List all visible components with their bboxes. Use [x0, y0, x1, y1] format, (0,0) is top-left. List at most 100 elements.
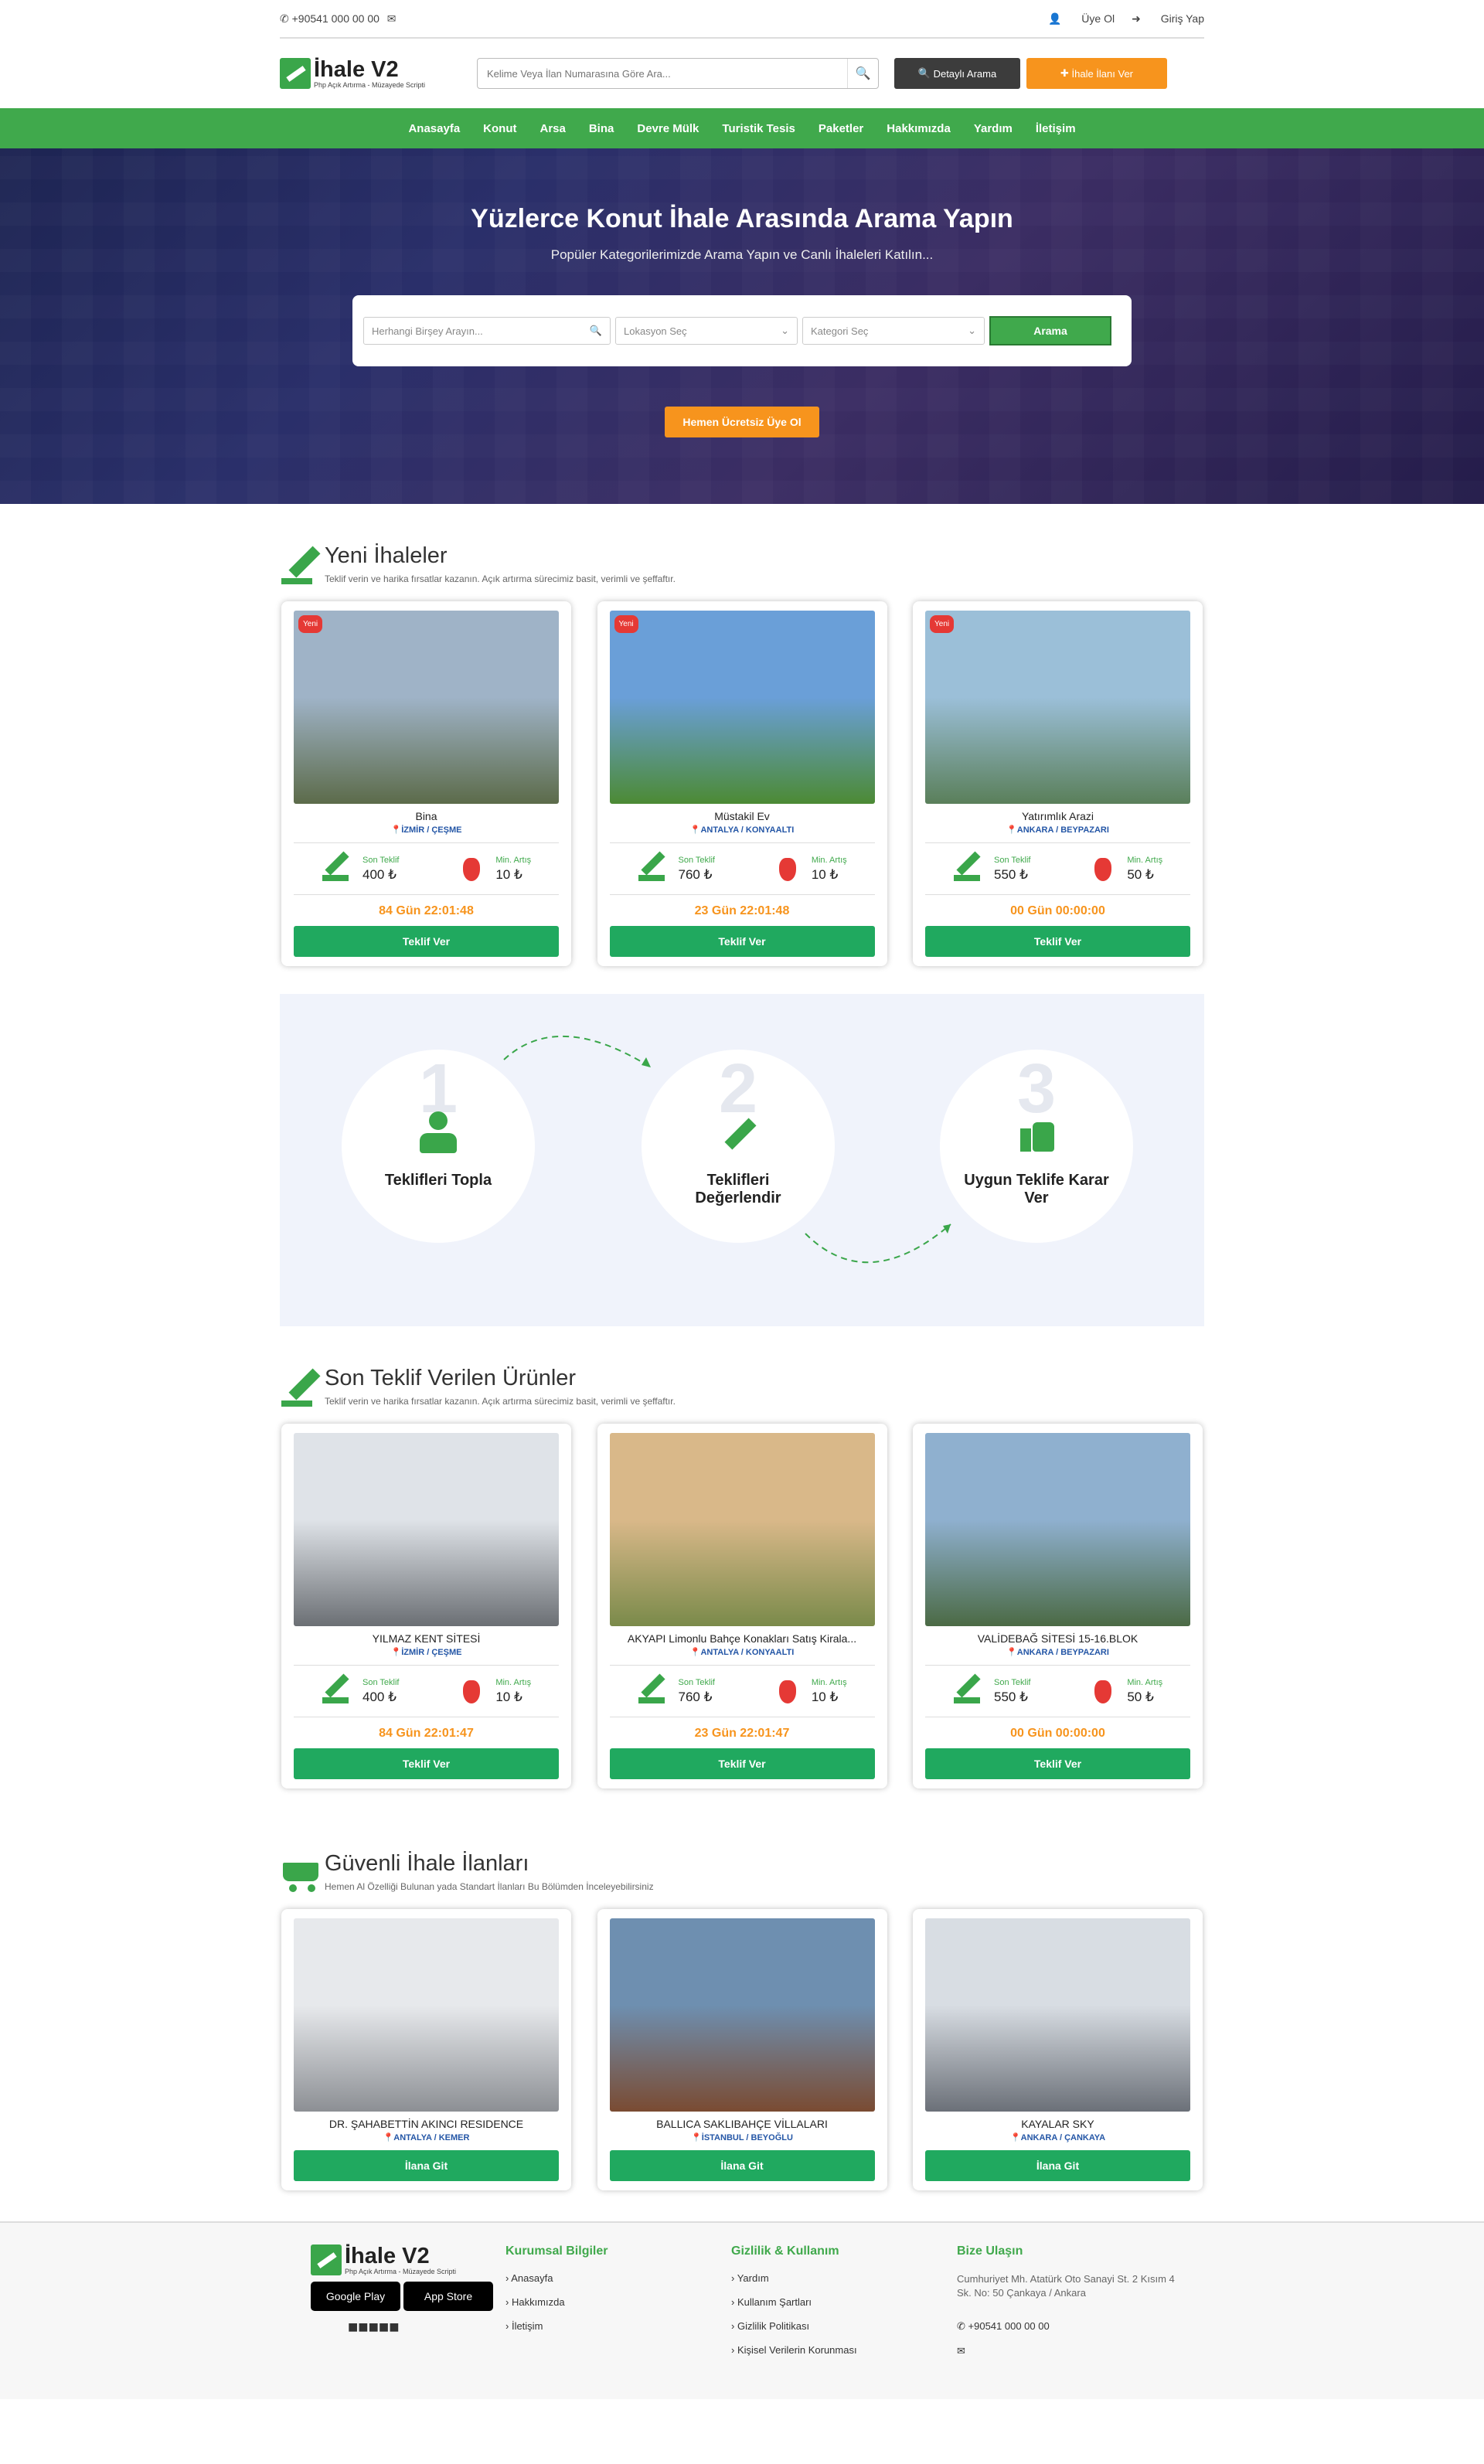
go-listing-button[interactable]: İlana Git	[294, 2150, 559, 2181]
topbar: ✆ +90541 000 00 00 ✉ 👤 Üye Ol ➜ Giriş Yap	[280, 0, 1204, 39]
bid-button[interactable]: Teklif Ver	[925, 1748, 1190, 1779]
mail-icon[interactable]: ✉	[957, 2345, 1183, 2357]
location-label: 📍ANTALYA / KEMER	[383, 2133, 470, 2142]
bid-button[interactable]: Teklif Ver	[294, 926, 559, 957]
how-it-works: 1 Teklifleri Topla 2 Teklifleri Değerlen…	[280, 994, 1204, 1326]
bid-button[interactable]: Teklif Ver	[925, 926, 1190, 957]
countdown: 84 Gün 22:01:48	[379, 904, 474, 917]
money-bag-icon	[1085, 1676, 1116, 1707]
nav-item[interactable]: Anasayfa	[408, 122, 460, 135]
hero-search-input[interactable]: Herhangi Birşey Arayın... 🔍	[363, 317, 611, 345]
nav-item[interactable]: Arsa	[539, 122, 565, 135]
free-register-button[interactable]: Hemen Ücretsiz Üye Ol	[665, 407, 819, 437]
footer-brand: İhale V2 Php Açık Artırma - Müzayede Scri…	[280, 2244, 505, 2370]
header: İhale V2 Php Açık Artırma - Müzayede Scri…	[280, 39, 1204, 108]
app-store-button[interactable]: App Store	[403, 2282, 493, 2311]
location-label: 📍ANKARA / ÇANKAYA	[1009, 2133, 1106, 2142]
detailed-search-button[interactable]: 🔍 Detaylı Arama	[894, 58, 1020, 89]
auction-card[interactable]: Yeni Yatırımlık Arazi 📍ANKARA / BEYPAZAR…	[913, 601, 1203, 966]
listing-card[interactable]: BALLICA SAKLIBAHÇE VİLLALARI 📍İSTANBUL /…	[597, 1909, 887, 2190]
last-bid-cards: YILMAZ KENT SİTESİ 📍İZMİR / ÇEŞME Son Te…	[280, 1424, 1204, 1788]
nav-item[interactable]: Paketler	[819, 122, 863, 135]
facebook-icon[interactable]: ■	[348, 2317, 358, 2336]
logo[interactable]: İhale V2 Php Açık Artırma - Müzayede Scri…	[280, 58, 473, 89]
hero-subtitle: Popüler Kategorilerimizde Arama Yapın ve…	[550, 247, 934, 262]
listing-image[interactable]	[925, 1918, 1190, 2112]
listing-card[interactable]: DR. ŞAHABETTİN AKINCI RESIDENCE 📍ANTALYA…	[281, 1909, 571, 2190]
listing-image[interactable]	[925, 1433, 1190, 1626]
nav-item[interactable]: İletişim	[1036, 122, 1076, 135]
mail-icon[interactable]: ✉	[387, 12, 397, 25]
nav-item[interactable]: Bina	[589, 122, 614, 135]
nav-item[interactable]: Hakkımızda	[887, 122, 951, 135]
address: Cumhuriyet Mh. Atatürk Oto Sanayi St. 2 …	[957, 2273, 1175, 2299]
new-auction-cards: Yeni Bina 📍İZMİR / ÇEŞME Son Teklif 400 ₺…	[280, 601, 1204, 966]
hero-search-panel: Herhangi Birşey Arayın... 🔍 Lokasyon Seç ⌄…	[352, 295, 1132, 366]
auction-card[interactable]: Yeni Bina 📍İZMİR / ÇEŞME Son Teklif 400 ₺…	[281, 601, 571, 966]
category-select[interactable]: Kategori Seç ⌄	[802, 317, 985, 345]
listing-image[interactable]	[609, 1433, 875, 1626]
footer-link[interactable]: › Kişisel Verilerin Korunması	[731, 2344, 957, 2356]
footer-phone: ✆ +90541 000 00 00	[957, 2320, 1050, 2332]
last-bids-header: Son Teklif Verilen Ürünler Teklif verin v…	[280, 1365, 1204, 1410]
nav-item[interactable]: Konut	[483, 122, 516, 135]
post-auction-button[interactable]: ✚ İhale İlanı Ver	[1026, 58, 1167, 89]
youtube-icon[interactable]: ■	[379, 2317, 389, 2336]
register-link[interactable]: 👤 Üye Ol	[1048, 12, 1115, 25]
bid-button[interactable]: Teklif Ver	[294, 1748, 559, 1779]
bid-button[interactable]: Teklif Ver	[609, 926, 875, 957]
login-link[interactable]: ➜ Giriş Yap	[1132, 12, 1204, 25]
listing-card[interactable]: KAYALAR SKY 📍ANKARA / ÇANKAYA İlana Git	[913, 1909, 1203, 2190]
auction-card[interactable]: VALİDEBAĞ SİTESİ 15-16.BLOK 📍ANKARA / BE…	[913, 1424, 1203, 1788]
money-bag-icon	[770, 1676, 801, 1707]
footer-logo[interactable]: İhale V2 Php Açık Artırma - Müzayede Scri…	[311, 2244, 504, 2275]
auction-card[interactable]: YILMAZ KENT SİTESİ 📍İZMİR / ÇEŞME Son Te…	[281, 1424, 571, 1788]
nav-item[interactable]: Yardım	[974, 122, 1013, 135]
hero-search-button[interactable]: Arama	[989, 316, 1111, 345]
main-nav: Anasayfa Konut Arsa Bina Devre Mülk Turi…	[0, 108, 1484, 148]
location-label: 📍ANTALYA / KONYAALTI	[689, 825, 795, 835]
footer-link[interactable]: › Yardım	[731, 2272, 957, 2284]
dashed-arrows	[503, 1035, 951, 1264]
phone-icon: ✆	[957, 2320, 968, 2332]
shopping-cart-icon	[280, 1850, 325, 1895]
header-search-input[interactable]	[478, 59, 847, 88]
search-icon[interactable]: 🔍	[847, 59, 878, 88]
location-label: 📍İZMİR / ÇEŞME	[390, 1648, 462, 1657]
instagram-icon[interactable]: ■	[389, 2317, 399, 2336]
location-label: 📍İSTANBUL / BEYOĞLU	[691, 2133, 793, 2142]
footer: İhale V2 Php Açık Artırma - Müzayede Scri…	[0, 2221, 1484, 2399]
listing-image[interactable]: Yeni	[925, 611, 1190, 804]
listing-image[interactable]: Yeni	[294, 611, 559, 804]
listing-image[interactable]	[294, 1433, 559, 1626]
listing-image[interactable]: Yeni	[609, 611, 875, 804]
google-play-button[interactable]: Google Play	[311, 2282, 400, 2311]
google-plus-icon[interactable]: ■	[369, 2317, 379, 2336]
footer-link[interactable]: › Hakkımızda	[505, 2296, 731, 2308]
listing-image[interactable]	[609, 1918, 875, 2112]
gavel-icon	[637, 1673, 668, 1707]
auction-card[interactable]: AKYAPI Limonlu Bahçe Konakları Satış Kir…	[597, 1424, 887, 1788]
footer-link[interactable]: › Anasayfa	[505, 2272, 731, 2284]
nav-item[interactable]: Devre Mülk	[637, 122, 699, 135]
bid-button[interactable]: Teklif Ver	[609, 1748, 875, 1779]
money-bag-icon	[454, 853, 485, 884]
footer-link[interactable]: › Gizlilik Politikası	[731, 2320, 957, 2332]
chevron-down-icon: ⌄	[781, 325, 789, 336]
safe-listings-header: Güvenli İhale İlanları Hemen Al Özelliği …	[280, 1850, 1204, 1895]
location-label: 📍ANKARA / BEYPAZARI	[1006, 825, 1109, 835]
phone-icon: ✆	[280, 12, 292, 25]
listing-image[interactable]	[294, 1918, 559, 2112]
go-listing-button[interactable]: İlana Git	[925, 2150, 1190, 2181]
topbar-phone: ✆ +90541 000 00 00 ✉	[280, 12, 397, 25]
auction-card[interactable]: Yeni Müstakil Ev 📍ANTALYA / KONYAALTI So…	[597, 601, 887, 966]
location-select[interactable]: Lokasyon Seç ⌄	[615, 317, 798, 345]
nav-item[interactable]: Turistik Tesis	[722, 122, 795, 135]
chevron-down-icon: ⌄	[968, 325, 976, 336]
footer-link[interactable]: › İletişim	[505, 2320, 731, 2332]
footer-link[interactable]: › Kullanım Şartları	[731, 2296, 957, 2308]
money-bag-icon	[454, 1676, 485, 1707]
twitter-icon[interactable]: ■	[358, 2317, 368, 2336]
search-icon: 🔍	[589, 325, 602, 336]
go-listing-button[interactable]: İlana Git	[609, 2150, 875, 2181]
